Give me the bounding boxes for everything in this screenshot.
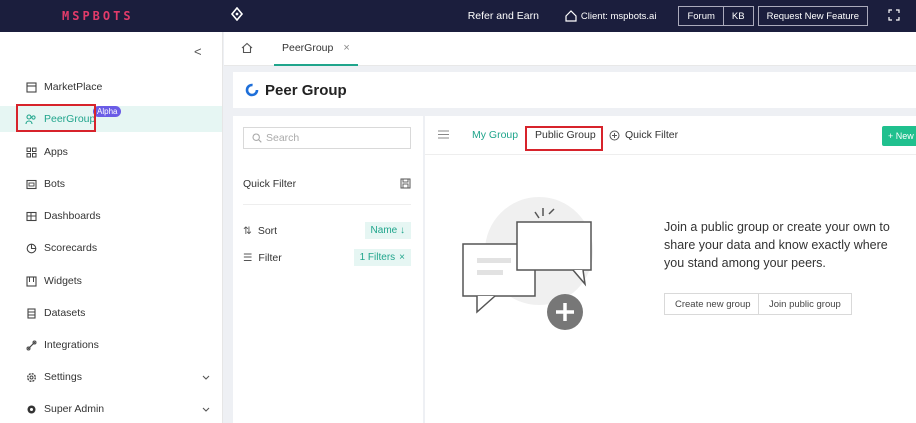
integration-icon bbox=[25, 339, 37, 351]
sort-value-pill[interactable]: Name ↓ bbox=[364, 222, 411, 239]
sidebar-item-label: Scorecards bbox=[44, 242, 98, 254]
plus-circle-icon bbox=[609, 130, 620, 140]
quick-filter-header: Quick Filter bbox=[243, 178, 411, 192]
page-title: Peer Group bbox=[265, 81, 347, 99]
home-outline-icon bbox=[565, 10, 577, 22]
filter-icon: ☰ bbox=[243, 251, 253, 264]
refresh-icon[interactable] bbox=[245, 83, 259, 97]
apps-icon bbox=[25, 146, 37, 158]
chevron-down-icon[interactable] bbox=[202, 404, 210, 416]
top-right-actions: Refer and Earn Client: mspbots.ai Forum … bbox=[468, 0, 916, 32]
page-header: Peer Group bbox=[233, 72, 916, 108]
divider bbox=[243, 204, 411, 205]
filter-row: ☰ Filter 1 Filters × bbox=[243, 249, 411, 266]
dataset-icon bbox=[25, 307, 37, 319]
client-label: Client: mspbots.ai bbox=[580, 10, 657, 22]
sidebar-item-dashboards[interactable]: Dashboards bbox=[0, 203, 222, 229]
clear-filter-icon[interactable]: × bbox=[399, 252, 405, 263]
sidebar: < MarketPlace PeerGroup Alpha Apps Bots … bbox=[0, 32, 223, 423]
store-icon bbox=[25, 81, 37, 93]
search-placeholder: Search bbox=[266, 132, 300, 144]
sidebar-item-widgets[interactable]: Widgets bbox=[0, 268, 222, 294]
sidebar-item-bots[interactable]: Bots bbox=[0, 171, 222, 197]
filter-count: 1 Filters bbox=[359, 252, 396, 263]
chevron-down-icon[interactable] bbox=[202, 372, 210, 384]
new-group-button[interactable]: + New bbox=[882, 126, 916, 146]
tab-label: PeerGroup bbox=[282, 42, 334, 54]
sidebar-item-label: Super Admin bbox=[44, 403, 105, 415]
alpha-badge: Alpha bbox=[93, 106, 122, 117]
sidebar-item-datasets[interactable]: Datasets bbox=[0, 300, 222, 326]
empty-state-message: Join a public group or create your own t… bbox=[664, 220, 890, 270]
sidebar-item-label: Dashboards bbox=[44, 210, 101, 222]
sidebar-item-label: Apps bbox=[44, 146, 68, 158]
forum-button[interactable]: Forum bbox=[678, 6, 724, 26]
kb-button[interactable]: KB bbox=[723, 6, 754, 26]
search-icon bbox=[252, 133, 262, 143]
refer-and-earn-link[interactable]: Refer and Earn bbox=[468, 10, 539, 22]
sidebar-item-label: Settings bbox=[44, 371, 82, 383]
sidebar-item-label: Integrations bbox=[44, 339, 99, 351]
apps-switcher-icon[interactable] bbox=[230, 6, 244, 22]
request-feature-button[interactable]: Request New Feature bbox=[757, 6, 868, 26]
sort-icon: ⇅ bbox=[243, 224, 252, 237]
menu-icon[interactable] bbox=[438, 130, 449, 142]
logo[interactable]: MSPBOTS bbox=[0, 9, 198, 23]
top-bar: MSPBOTS Refer and Earn Client: mspbots.a… bbox=[0, 0, 916, 32]
close-tab-icon[interactable]: × bbox=[343, 42, 349, 54]
group-tabs: My Group Public Group Quick Filter + New bbox=[425, 116, 916, 155]
empty-state-illustration bbox=[462, 197, 593, 330]
quick-filter-label: Quick Filter bbox=[625, 129, 679, 141]
settings-icon bbox=[25, 371, 37, 383]
client-selector[interactable]: Client: mspbots.ai bbox=[565, 10, 657, 22]
scorecard-icon bbox=[25, 242, 37, 254]
sidebar-item-super-admin[interactable]: Super Admin bbox=[0, 396, 222, 422]
quick-filter-toggle[interactable]: Quick Filter bbox=[609, 129, 678, 141]
home-icon[interactable] bbox=[241, 42, 253, 57]
sidebar-item-label: Widgets bbox=[44, 275, 82, 287]
bot-icon bbox=[25, 178, 37, 190]
save-icon[interactable] bbox=[400, 178, 411, 192]
sidebar-item-settings[interactable]: Settings bbox=[0, 364, 222, 390]
sidebar-item-scorecards[interactable]: Scorecards bbox=[0, 235, 222, 261]
filter-panel: Search Quick Filter ⇅ Sort Name ↓ ☰ Filter… bbox=[233, 116, 423, 423]
sidebar-item-apps[interactable]: Apps bbox=[0, 139, 222, 165]
admin-icon bbox=[25, 403, 37, 415]
tab-my-group[interactable]: My Group bbox=[472, 129, 518, 141]
tab-peergroup[interactable]: PeerGroup × bbox=[274, 32, 358, 66]
main-content: My Group Public Group Quick Filter + New… bbox=[425, 116, 916, 423]
sidebar-item-label: Datasets bbox=[44, 307, 86, 319]
join-public-group-button[interactable]: Join public group bbox=[758, 293, 852, 315]
sidebar-item-integrations[interactable]: Integrations bbox=[0, 332, 222, 358]
filter-value-pill[interactable]: 1 Filters × bbox=[353, 249, 411, 266]
sidebar-item-marketplace[interactable]: MarketPlace bbox=[0, 74, 222, 100]
fullscreen-icon[interactable] bbox=[888, 8, 900, 24]
collapse-sidebar-icon[interactable]: < bbox=[194, 44, 202, 59]
tab-strip: PeerGroup × bbox=[224, 32, 916, 66]
highlight-box-public-group bbox=[525, 126, 603, 151]
quick-filter-label: Quick Filter bbox=[243, 178, 297, 190]
widget-icon bbox=[25, 275, 37, 287]
sort-label: Sort bbox=[257, 224, 278, 237]
sidebar-item-label: MarketPlace bbox=[44, 81, 103, 93]
filter-label: Filter bbox=[258, 251, 282, 264]
highlight-box-peergroup bbox=[16, 104, 96, 132]
dashboard-icon bbox=[25, 210, 37, 222]
sidebar-item-label: Bots bbox=[44, 178, 66, 190]
search-input[interactable]: Search bbox=[243, 127, 411, 149]
sort-row: ⇅ Sort Name ↓ bbox=[243, 222, 411, 239]
create-new-group-button[interactable]: Create new group bbox=[664, 293, 762, 315]
